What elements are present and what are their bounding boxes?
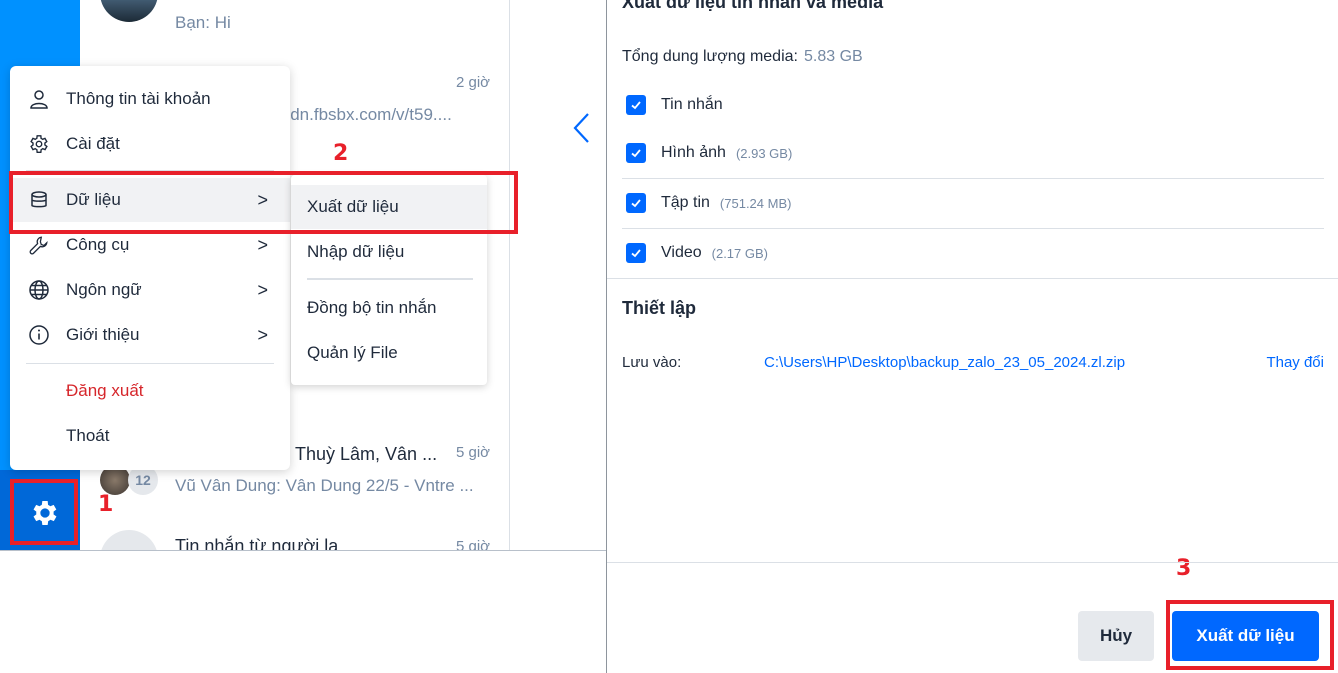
check-icon <box>631 199 641 208</box>
settings-section-title: Thiết lập <box>622 298 697 318</box>
chat-time: 2 giờ <box>455 74 490 91</box>
option-size: (751.24 MB) <box>719 195 792 211</box>
menu-item-label: Thoát <box>66 426 110 445</box>
export-data-button[interactable]: Xuất dữ liệu <box>1172 611 1319 661</box>
menu-item-about[interactable]: Giới thiệu > <box>10 313 290 357</box>
submenu-item-label: Đồng bộ tin nhắn <box>307 298 437 317</box>
option-label: Video <box>661 244 702 261</box>
step-number-1: 1 <box>98 492 114 517</box>
menu-item-account[interactable]: Thông tin tài khoản <box>10 77 290 121</box>
check-icon <box>631 101 641 110</box>
option-images[interactable]: Hình ảnh (2.93 GB) <box>622 128 1324 178</box>
media-total: Tổng dung lượng media: 5.83 GB <box>622 48 863 66</box>
conversation-item[interactable]: Tin nhắn từ người lạ 5 giờ <box>80 530 509 550</box>
option-label: Hình ảnh <box>661 144 726 161</box>
chat-name: Thuỳ Lâm, Vân ... <box>295 444 438 464</box>
wrench-icon <box>28 234 50 256</box>
globe-icon <box>28 279 50 301</box>
menu-item-label: Cài đặt <box>66 134 120 153</box>
info-icon <box>28 324 50 346</box>
media-total-label: Tổng dung lượng media: <box>622 48 798 65</box>
step-number-2: 2 <box>333 141 349 166</box>
menu-separator <box>26 363 274 364</box>
screen: Bạn: Hi …p 2 giờ …/cdn.fbsbx.com/v/t59..… <box>0 0 1338 673</box>
chevron-left-icon <box>573 113 589 143</box>
option-label: Tập tin <box>661 194 710 211</box>
menu-item-label: Thông tin tài khoản <box>66 89 211 108</box>
chat-preview: Vũ Vân Dung: Vân Dung 22/5 - Vntre ... <box>175 476 474 495</box>
option-files[interactable]: Tập tin (751.24 MB) <box>622 178 1324 228</box>
option-messages[interactable]: Tin nhắn <box>622 80 1324 130</box>
collapsed-pane <box>511 0 606 550</box>
option-size: (2.93 GB) <box>735 145 793 161</box>
option-videos[interactable]: Video (2.17 GB) <box>622 228 1324 278</box>
chevron-right-icon: > <box>257 279 268 300</box>
menu-item-language[interactable]: Ngôn ngữ > <box>10 268 290 312</box>
avatar <box>100 530 158 550</box>
check-icon <box>631 249 641 258</box>
settings-menu: Thông tin tài khoản Cài đặt Dữ liệu > Cô… <box>10 66 290 470</box>
checkbox-checked[interactable] <box>626 243 646 263</box>
dialog-title: Xuất dữ liệu tin nhắn và media <box>622 0 884 12</box>
step-number-3: 3 <box>1176 556 1192 581</box>
menu-item-label: Ngôn ngữ <box>66 280 142 299</box>
submenu-item-file-manager[interactable]: Quản lý File <box>291 331 487 375</box>
chat-time: 5 giờ <box>455 538 490 550</box>
chevron-right-icon: > <box>257 234 268 255</box>
avatar <box>100 0 158 22</box>
checkbox-checked[interactable] <box>626 95 646 115</box>
menu-item-quit[interactable]: Thoát <box>10 414 290 458</box>
media-total-value: 5.83 GB <box>803 48 863 65</box>
change-location-link[interactable]: Thay đổi <box>1266 354 1324 371</box>
menu-item-label: Giới thiệu <box>66 325 140 344</box>
divider <box>0 550 606 551</box>
submenu-item-import[interactable]: Nhập dữ liệu <box>291 230 487 274</box>
menu-item-logout[interactable]: Đăng xuất <box>10 369 290 413</box>
chat-preview: Bạn: Hi <box>175 13 231 32</box>
save-path-link[interactable]: C:\Users\HP\Desktop\backup_zalo_23_05_20… <box>764 354 1125 371</box>
back-button[interactable] <box>570 112 594 144</box>
divider <box>607 562 1338 563</box>
chat-name: Tin nhắn từ người lạ <box>175 536 339 550</box>
check-icon <box>631 149 641 158</box>
conversation-item[interactable]: Bạn: Hi <box>80 0 509 40</box>
cancel-button[interactable]: Hủy <box>1078 611 1154 661</box>
option-label: Tin nhắn <box>661 96 723 113</box>
chevron-right-icon: > <box>257 324 268 345</box>
divider <box>607 278 1338 279</box>
save-to-label: Lưu vào: <box>622 354 682 371</box>
divider <box>606 0 607 673</box>
submenu-separator <box>307 278 473 280</box>
menu-item-label: Công cụ <box>66 235 130 254</box>
highlight-export-menu <box>9 171 518 234</box>
checkbox-checked[interactable] <box>626 143 646 163</box>
menu-item-settings[interactable]: Cài đặt <box>10 122 290 166</box>
highlight-settings <box>10 479 78 545</box>
submenu-item-label: Quản lý File <box>307 343 398 362</box>
chat-time: 5 giờ <box>455 444 490 461</box>
option-size: (2.17 GB) <box>711 245 768 261</box>
menu-item-label: Đăng xuất <box>66 381 144 400</box>
submenu-item-sync[interactable]: Đồng bộ tin nhắn <box>291 286 487 330</box>
submenu-item-label: Nhập dữ liệu <box>307 242 405 261</box>
checkbox-checked[interactable] <box>626 193 646 213</box>
user-icon <box>28 88 50 110</box>
gear-icon <box>28 133 50 155</box>
